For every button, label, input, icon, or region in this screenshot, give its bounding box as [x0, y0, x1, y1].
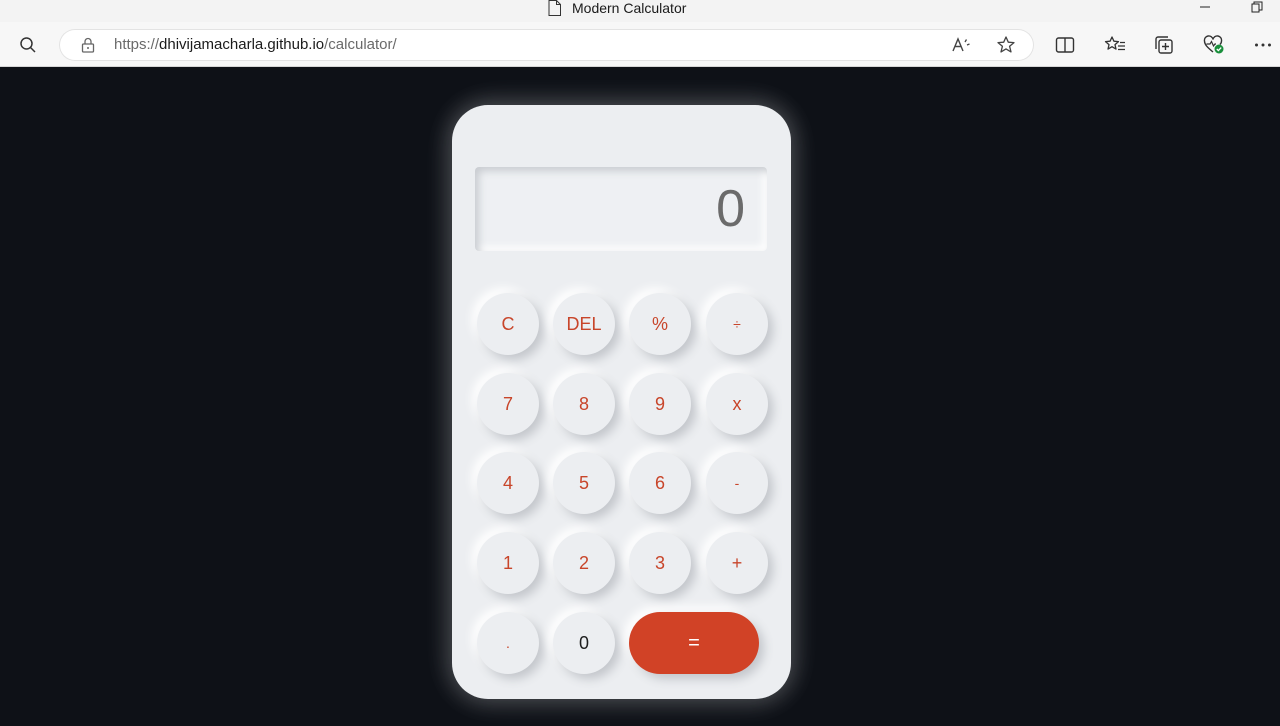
- split-screen-button[interactable]: [1053, 33, 1077, 57]
- digit-6-button[interactable]: 6: [629, 452, 691, 514]
- window-titlebar: Modern Calculator: [0, 0, 1280, 22]
- star-icon: [997, 36, 1015, 53]
- display-value: 0: [716, 180, 745, 238]
- multiply-button[interactable]: x: [706, 373, 768, 435]
- browser-essentials-button[interactable]: [1202, 33, 1226, 57]
- url-host: dhivijamacharla.github.io: [159, 36, 325, 53]
- search-icon: [20, 37, 36, 53]
- favorites-list-icon: [1104, 36, 1125, 51]
- favorite-button[interactable]: [994, 33, 1018, 57]
- digit-1-button[interactable]: 1: [477, 532, 539, 594]
- collections-icon: [1155, 36, 1173, 54]
- window-title: Modern Calculator: [548, 0, 686, 16]
- window-title-text: Modern Calculator: [572, 0, 687, 16]
- settings-more-button[interactable]: [1251, 33, 1275, 57]
- favorites-button[interactable]: [1103, 33, 1127, 57]
- url-prefix: https://: [114, 36, 160, 53]
- url-path: /calculator/: [324, 36, 397, 53]
- collections-button[interactable]: [1152, 33, 1176, 57]
- subtract-button[interactable]: -: [706, 452, 768, 514]
- digit-9-button[interactable]: 9: [629, 373, 691, 435]
- restore-button[interactable]: [1250, 0, 1264, 14]
- calculator-display: 0: [475, 167, 767, 251]
- digit-7-button[interactable]: 7: [477, 373, 539, 435]
- add-button[interactable]: +: [706, 532, 768, 594]
- digit-8-button[interactable]: 8: [553, 373, 615, 435]
- digit-3-button[interactable]: 3: [629, 532, 691, 594]
- health-heart-icon: [1203, 35, 1224, 54]
- digit-2-button[interactable]: 2: [553, 532, 615, 594]
- more-icon: [1255, 43, 1271, 47]
- url-text[interactable]: https://dhivijamacharla.github.io/calcul…: [114, 29, 397, 61]
- address-bar[interactable]: https://dhivijamacharla.github.io/calcul…: [59, 29, 1034, 61]
- digit-4-button[interactable]: 4: [477, 452, 539, 514]
- read-aloud-icon: [952, 37, 970, 52]
- restore-icon: [1251, 1, 1263, 13]
- calculator: 0 C DEL % ÷ 7 8 9 x 4 5 6 - 1 2 3 + . 0 …: [452, 105, 791, 699]
- search-button[interactable]: [16, 33, 40, 57]
- percent-button[interactable]: %: [629, 293, 691, 355]
- read-aloud-button[interactable]: [949, 33, 973, 57]
- decimal-button[interactable]: .: [477, 612, 539, 674]
- minimize-icon: [1200, 6, 1210, 8]
- digit-0-button[interactable]: 0: [553, 612, 615, 674]
- delete-button[interactable]: DEL: [553, 293, 615, 355]
- lock-icon[interactable]: [80, 37, 96, 53]
- minimize-button[interactable]: [1198, 0, 1212, 14]
- browser-toolbar: https://dhivijamacharla.github.io/calcul…: [0, 22, 1280, 67]
- document-icon: [548, 0, 561, 16]
- clear-button[interactable]: C: [477, 293, 539, 355]
- digit-5-button[interactable]: 5: [553, 452, 615, 514]
- divide-button[interactable]: ÷: [706, 293, 768, 355]
- equals-button[interactable]: =: [629, 612, 759, 674]
- split-screen-icon: [1055, 37, 1075, 53]
